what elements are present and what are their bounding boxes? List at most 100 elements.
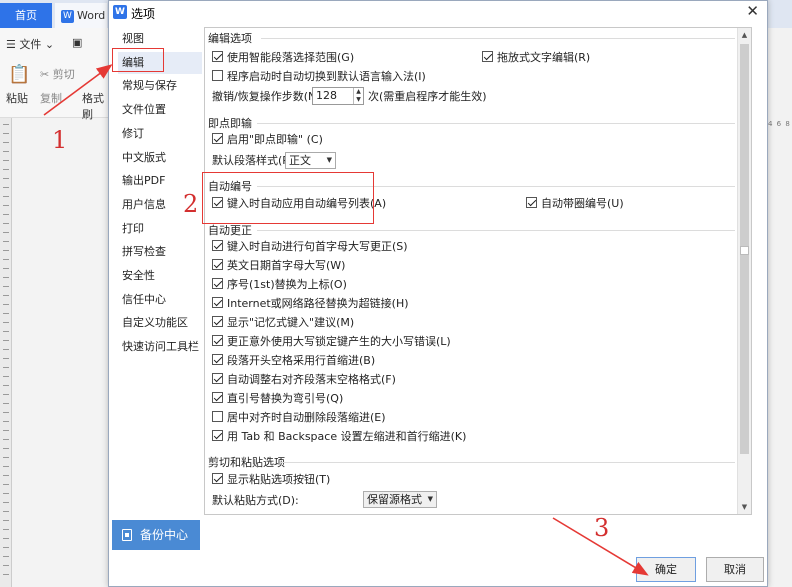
paste-icon[interactable]: 📋 <box>8 64 30 85</box>
paste-label[interactable]: 粘贴 <box>6 90 28 106</box>
nav-item-9[interactable]: 拼写检查 <box>118 241 202 263</box>
section-divider <box>257 230 735 231</box>
ruler-tick <box>3 160 9 161</box>
cut-button[interactable]: ✂ 剪切 <box>40 66 75 82</box>
auto-correct-label: 更正意外使用大写锁定键产生的大小写错误(L) <box>227 335 451 348</box>
auto-correct-checkbox[interactable]: 英文日期首字母大写(W) <box>212 258 345 274</box>
nav-item-10[interactable]: 安全性 <box>118 265 202 287</box>
ruler-tick <box>3 268 9 269</box>
annotation-number-3: 3 <box>594 514 610 542</box>
checkbox-box <box>212 316 223 327</box>
default-paste-select[interactable]: 保留源格式 ▼ <box>363 491 437 508</box>
auto-correct-checkbox[interactable]: 用 Tab 和 Backspace 设置左缩进和首行缩进(K) <box>212 429 466 445</box>
auto-correct-checkbox[interactable]: 自动调整右对齐段落末空格格式(F) <box>212 372 396 388</box>
auto-correct-checkbox[interactable]: 序号(1st)替换为上标(O) <box>212 277 347 293</box>
annotation-box-auto-number <box>202 172 374 224</box>
ruler-tick <box>3 403 9 404</box>
auto-correct-label: 直引号替换为弯引号(Q) <box>227 392 344 405</box>
backup-center-label: 备份中心 <box>140 528 189 542</box>
drag-drop-checkbox[interactable]: 拖放式文字编辑(R) <box>482 50 590 66</box>
cancel-button[interactable]: 取消 <box>706 557 764 582</box>
nav-item-13[interactable]: 快速访问工具栏 <box>118 336 202 358</box>
auto-ime-checkbox[interactable]: 程序启动时自动切换到默认语言输入法(I) <box>212 69 426 85</box>
ruler-tick <box>3 547 9 548</box>
auto-correct-label: 用 Tab 和 Backspace 设置左缩进和首行缩进(K) <box>227 430 467 443</box>
section-title-edit: 编辑选项 <box>208 32 252 45</box>
spinner-arrows-icon[interactable]: ▲ ▼ <box>353 88 363 104</box>
tab-home[interactable]: 首页 <box>0 3 52 28</box>
circle-number-checkbox[interactable]: 自动带圈编号(U) <box>526 196 624 212</box>
ruler-tick <box>3 196 9 197</box>
auto-correct-label: 键入时自动进行句首字母大写更正(S) <box>227 240 408 253</box>
auto-correct-label: 自动调整右对齐段落末空格格式(F) <box>227 373 396 386</box>
auto-correct-label: 显示"记忆式键入"建议(M) <box>227 316 355 329</box>
app-toolbar: ☰ 文件 ⌄ ▣ 📋 粘贴 ✂ 剪切 复制 格式刷 <box>0 28 110 121</box>
ruler-tick <box>3 142 9 143</box>
ruler-tick <box>3 304 9 305</box>
nav-item-4[interactable]: 修订 <box>118 123 202 145</box>
ruler-tick <box>3 223 9 224</box>
ruler-tick <box>3 421 9 422</box>
ruler-tick <box>3 133 9 134</box>
section-divider <box>261 38 735 39</box>
show-paste-button-checkbox[interactable]: 显示粘贴选项按钮(T) <box>212 472 330 488</box>
content-scrollbar[interactable]: ▲ ▼ <box>737 28 751 514</box>
ruler-tick <box>3 331 9 332</box>
ruler-tick <box>3 574 9 575</box>
scroll-grip <box>740 246 749 255</box>
scroll-up-icon[interactable]: ▲ <box>738 28 751 42</box>
copy-label: 复制 <box>40 92 62 105</box>
nav-item-0[interactable]: 视图 <box>118 28 202 50</box>
dropdown-arrow-icon: ▼ <box>326 156 332 164</box>
file-menu-label: 文件 <box>19 38 42 51</box>
auto-correct-checkbox[interactable]: 更正意外使用大写锁定键产生的大小写错误(L) <box>212 334 451 350</box>
file-menu[interactable]: ☰ 文件 ⌄ <box>6 36 54 52</box>
scroll-down-icon[interactable]: ▼ <box>738 500 751 514</box>
close-icon[interactable]: ✕ <box>746 2 759 20</box>
auto-correct-checkbox[interactable]: 居中对齐时自动删除段落缩进(E) <box>212 410 386 426</box>
ruler-tick <box>3 241 9 242</box>
nav-item-5[interactable]: 中文版式 <box>118 147 202 169</box>
undo-steps-value: 128 <box>316 89 337 102</box>
ruler-tick <box>3 385 9 386</box>
right-strip <box>768 28 792 587</box>
ruler-tick <box>3 475 9 476</box>
smart-select-label: 使用智能段落选择范围(G) <box>227 51 355 64</box>
ruler-tick <box>3 232 9 233</box>
nav-item-8[interactable]: 打印 <box>118 218 202 240</box>
ruler-tick <box>3 205 9 206</box>
ruler-tick <box>3 493 9 494</box>
ruler-tick <box>3 358 9 359</box>
format-painter-button[interactable]: 格式刷 <box>82 90 110 122</box>
auto-correct-checkbox[interactable]: 显示"记忆式键入"建议(M) <box>212 315 354 331</box>
backup-center-button[interactable]: 备份中心 <box>112 520 200 550</box>
nav-item-2[interactable]: 常规与保存 <box>118 75 202 97</box>
default-style-select[interactable]: 正文 ▼ <box>285 152 336 169</box>
auto-correct-checkbox[interactable]: 键入时自动进行句首字母大写更正(S) <box>212 239 408 255</box>
nav-item-3[interactable]: 文件位置 <box>118 99 202 121</box>
dialog-titlebar[interactable]: W 选项 ✕ <box>109 1 767 23</box>
nav-item-12[interactable]: 自定义功能区 <box>118 312 202 334</box>
undo-steps-spinner[interactable]: 128 ▲ ▼ <box>312 87 364 105</box>
smart-select-checkbox[interactable]: 使用智能段落选择范围(G) <box>212 50 354 66</box>
nav-item-11[interactable]: 信任中心 <box>118 289 202 311</box>
auto-correct-label: 序号(1st)替换为上标(O) <box>227 278 347 291</box>
default-style-value: 正文 <box>289 154 311 167</box>
ruler-tick <box>3 259 9 260</box>
annotation-number-2: 2 <box>183 190 199 218</box>
checkbox-box <box>212 51 223 62</box>
checkbox-box <box>526 197 537 208</box>
drag-drop-label: 拖放式文字编辑(R) <box>497 51 591 64</box>
auto-correct-checkbox[interactable]: Internet或网络路径替换为超链接(H) <box>212 296 409 312</box>
ruler-tick <box>3 511 9 512</box>
annotation-number-1: 1 <box>52 126 68 154</box>
auto-correct-checkbox[interactable]: 段落开头空格采用行首缩进(B) <box>212 353 375 369</box>
copy-button[interactable]: 复制 <box>40 90 62 106</box>
auto-correct-checkbox[interactable]: 直引号替换为弯引号(Q) <box>212 391 343 407</box>
nav-item-6[interactable]: 输出PDF <box>118 170 202 192</box>
default-paste-label: 默认粘贴方式(D): <box>212 494 299 507</box>
tab-word-document[interactable]: W Word <box>55 3 107 28</box>
save-icon[interactable]: ▣ <box>72 36 82 49</box>
ok-button[interactable]: 确定 <box>636 557 696 582</box>
click-type-checkbox[interactable]: 启用"即点即输" (C) <box>212 132 323 148</box>
